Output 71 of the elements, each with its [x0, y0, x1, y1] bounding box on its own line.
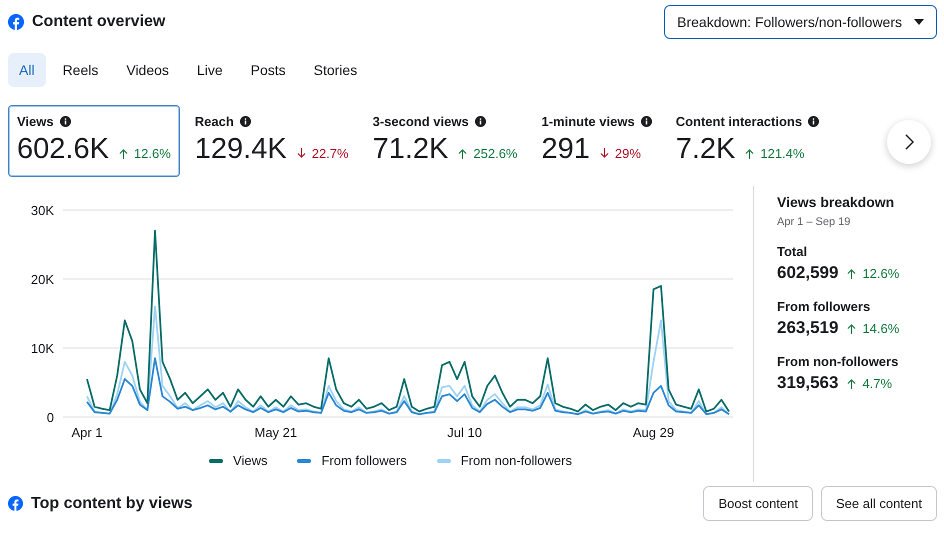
y-tick-label: 10K — [30, 341, 54, 356]
metric-label: 3-second views — [372, 114, 469, 129]
breakdown-label: From non-followers — [777, 354, 900, 369]
legend-label: From followers — [321, 453, 407, 468]
info-icon — [60, 116, 71, 127]
tab[interactable]: Posts — [240, 53, 297, 87]
breakdown-change: 4.7% — [847, 376, 892, 391]
breakdown-dropdown[interactable]: Breakdown: Followers/non-followers — [664, 5, 937, 39]
metric-card[interactable]: 3-second views 71.2K 252.6% — [364, 105, 526, 177]
breakdown-change: 14.6% — [847, 321, 900, 336]
metric-card[interactable]: Content interactions 7.2K 121.4% — [666, 105, 828, 177]
metric-card[interactable]: Reach 129.4K 22.7% — [186, 105, 358, 177]
tab[interactable]: Stories — [302, 53, 368, 87]
breakdown-value: 319,563 — [777, 373, 838, 393]
metric-change: 121.4% — [745, 146, 804, 161]
metric-label: Content interactions — [676, 114, 802, 129]
info-icon — [474, 116, 486, 127]
metric-value: 7.2K — [676, 133, 736, 166]
legend-label: From non-followers — [460, 453, 572, 468]
info-icon — [640, 116, 652, 127]
metric-card[interactable]: Views 602.6K 12.6% — [8, 105, 180, 177]
metric-value: 291 — [541, 133, 590, 166]
section-title: Top content by views — [31, 494, 192, 512]
breakdown-title: Views breakdown — [777, 194, 896, 210]
metric-label: Reach — [194, 114, 234, 129]
facebook-logo-icon — [8, 496, 23, 511]
y-tick-label: 0 — [46, 410, 54, 425]
breakdown-label: Total — [777, 244, 808, 259]
info-icon — [240, 116, 251, 127]
breakdown-value: 263,519 — [777, 318, 838, 338]
next-button[interactable] — [887, 120, 931, 164]
metric-label: Views — [17, 114, 54, 129]
metric-value: 129.4K — [194, 133, 287, 166]
metric-change: 12.6% — [118, 146, 171, 161]
action-button[interactable]: Boost content — [703, 486, 813, 521]
tab[interactable]: Live — [186, 53, 234, 87]
y-tick-label: 20K — [30, 272, 54, 287]
metric-value: 602.6K — [17, 133, 109, 166]
section-title: Content overview — [32, 13, 166, 31]
facebook-logo-icon — [8, 14, 24, 30]
x-tick-label: Apr 1 — [71, 425, 103, 440]
info-icon — [808, 116, 820, 127]
x-tick-label: Aug 29 — [632, 425, 674, 440]
chevron-right-icon — [904, 134, 914, 150]
metric-card[interactable]: 1-minute views 291 29% — [532, 105, 661, 177]
metric-change: 22.7% — [296, 146, 349, 161]
breakdown-label: From followers — [777, 299, 872, 314]
breakdown-value: 602,599 — [777, 263, 838, 283]
arrow-icon — [600, 148, 609, 159]
tab[interactable]: Reels — [52, 53, 110, 87]
arrow-icon — [745, 148, 754, 159]
y-tick-label: 30K — [30, 203, 54, 218]
arrow-icon — [847, 323, 856, 334]
x-tick-label: May 21 — [254, 425, 298, 440]
metric-change: 29% — [600, 146, 641, 161]
metric-change: 252.6% — [458, 146, 518, 161]
arrow-icon — [296, 148, 306, 159]
x-tick-label: Jul 10 — [447, 425, 482, 440]
breakdown-change: 12.6% — [847, 266, 900, 281]
action-button[interactable]: See all content — [820, 486, 937, 521]
tab[interactable]: Videos — [115, 53, 180, 87]
date-range: Apr 1 – Sep 19 — [777, 216, 852, 228]
legend-label: Views — [233, 453, 268, 468]
arrow-icon — [847, 378, 856, 389]
tab[interactable]: All — [8, 53, 46, 87]
arrow-icon — [458, 148, 468, 159]
arrow-icon — [118, 148, 128, 159]
caret-icon — [914, 19, 924, 25]
arrow-icon — [847, 268, 856, 279]
metric-value: 71.2K — [372, 133, 448, 166]
metric-label: 1-minute views — [541, 114, 635, 129]
